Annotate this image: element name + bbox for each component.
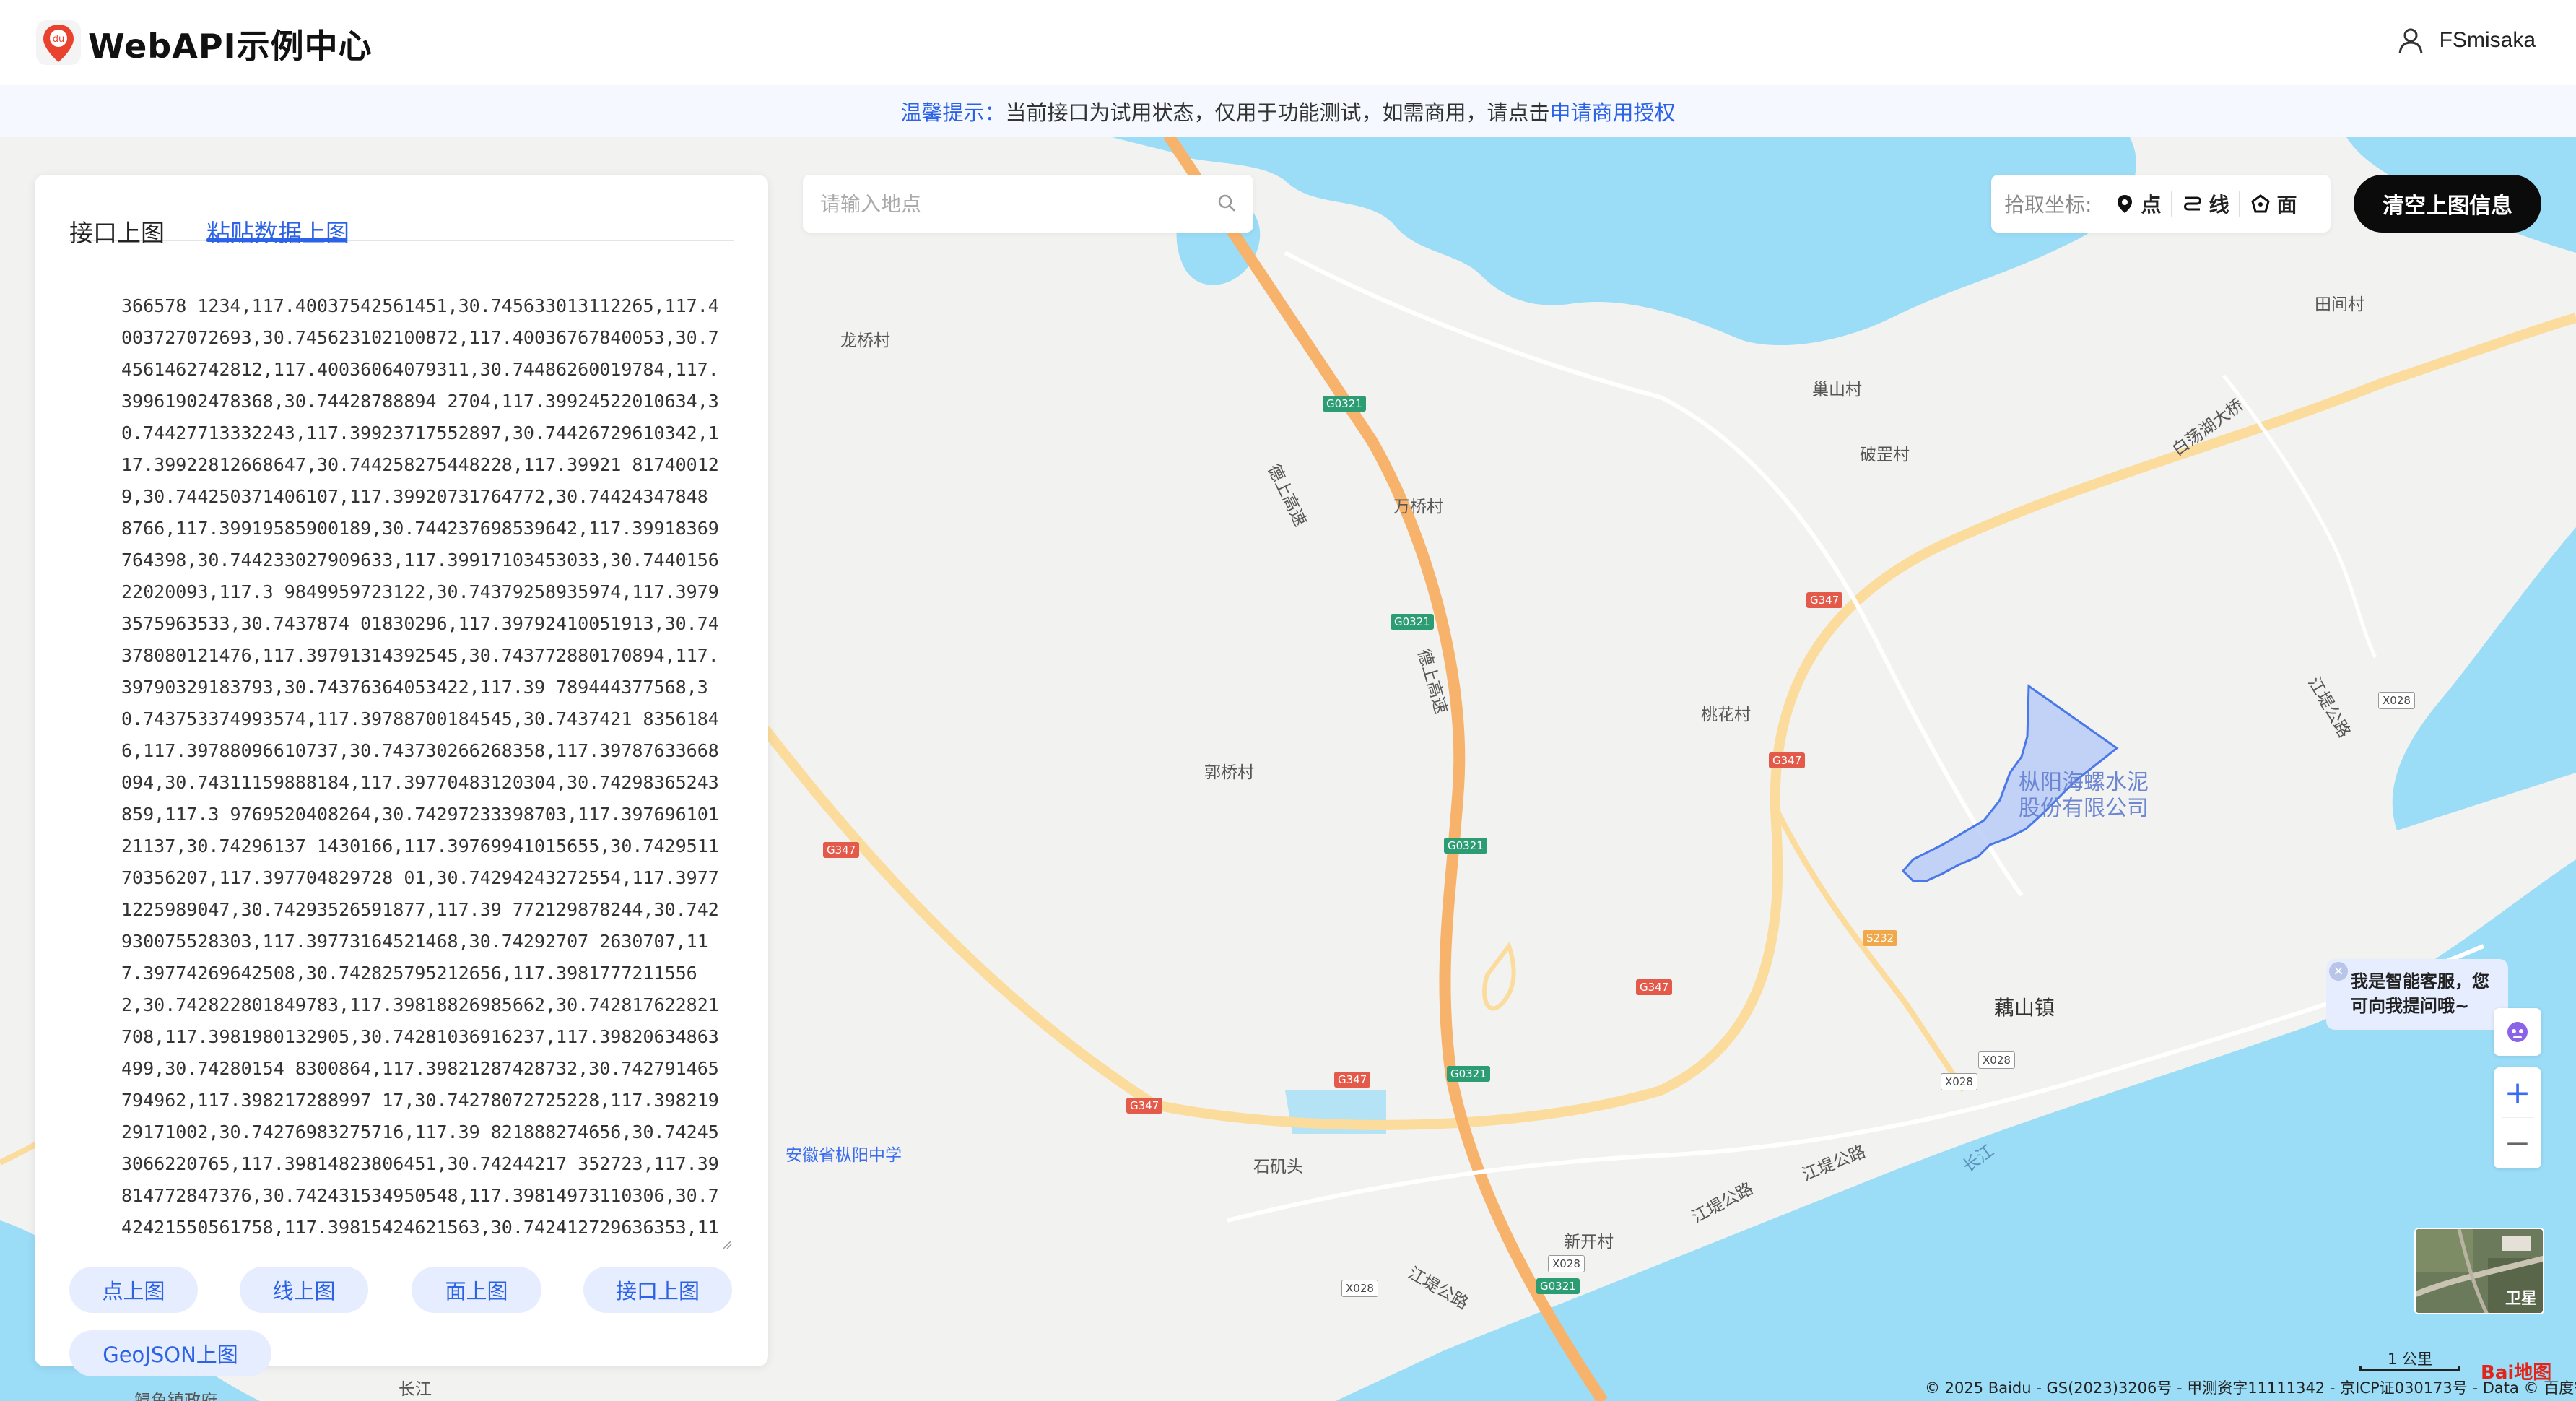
search-input[interactable] (803, 191, 1193, 216)
shield-s232: S232 (1863, 930, 1898, 946)
tab-api-upload[interactable]: 接口上图 (69, 214, 165, 248)
zoom-control: + − (2494, 1067, 2541, 1168)
top-header: du WebAPI示例中心 FSmisaka (0, 0, 2576, 85)
ai-assistant-bubble[interactable]: × 我是智能客服，您 可向我提问哦~ (2326, 959, 2508, 1030)
zoom-out-button[interactable]: − (2494, 1118, 2541, 1168)
map-label-gov: 鲟鱼镇政府 (134, 1392, 217, 1401)
map-label-oushan: 藕山镇 (1994, 996, 2055, 1020)
map-label-shiji: 石矶头 (1253, 1158, 1303, 1176)
robot-icon (2507, 1022, 2528, 1042)
satellite-label: 卫星 (2505, 1290, 2537, 1308)
upload-panel: 接口上图 粘贴数据上图 72905947,30.745654860077252,… (35, 175, 768, 1376)
pick-polygon-button[interactable]: 面 (2240, 189, 2307, 218)
shield-g347-2: G347 (1769, 752, 1806, 768)
map-label-school: 安徽省枞阳中学 (786, 1146, 902, 1165)
pick-line-button[interactable]: 线 (2172, 189, 2239, 218)
pick-polygon-label: 面 (2276, 193, 2297, 217)
shield-g347-6: G347 (1126, 1098, 1163, 1114)
user-icon (2398, 28, 2423, 54)
map-label-guoqiao: 郭桥村 (1204, 763, 1254, 782)
shield-g347-1: G347 (1806, 592, 1843, 608)
map-label-company: 枞阳海螺水泥股份有限公司 (2019, 770, 2149, 821)
robot-assistant-icon[interactable] (2494, 1008, 2541, 1056)
map-label-taohua: 桃花村 (1701, 706, 1751, 724)
shield-g0321-1: G0321 (1323, 396, 1366, 412)
map-label-poli: 破罡村 (1860, 446, 1910, 464)
point-upload-button[interactable]: 点上图 (69, 1267, 198, 1313)
svg-text:du: du (53, 34, 65, 45)
geojson-upload-button[interactable]: GeoJSON上图 (69, 1330, 271, 1376)
shield-g0321-2: G0321 (1391, 614, 1434, 630)
close-icon[interactable]: × (2329, 962, 2348, 981)
apply-license-link[interactable]: 申请商用授权 (1550, 96, 1676, 126)
map-label-tianjian: 田间村 (2315, 295, 2364, 314)
notice-tip: 温馨提示： (900, 100, 1006, 125)
baidu-map-pin-logo[interactable]: du (35, 19, 82, 66)
polygon-icon (2251, 194, 2271, 213)
map-copyright: © 2025 Baidu - GS(2023)3206号 - 甲测资字11111… (1925, 1379, 2576, 1397)
shield-x028-2: X028 (1941, 1073, 1977, 1090)
username: FSmisaka (2439, 28, 2536, 52)
clear-map-button[interactable]: 清空上图信息 (2354, 175, 2541, 233)
shield-g347-5: G347 (1334, 1072, 1371, 1088)
map-label-longqiao: 龙桥村 (840, 331, 890, 350)
panel-tabs: 接口上图 粘贴数据上图 (69, 195, 734, 247)
line-upload-button[interactable]: 线上图 (240, 1267, 368, 1313)
coordinates-textarea[interactable]: 72905947,30.745654860077252,117.40037583… (69, 283, 734, 1251)
search-icon[interactable] (1216, 192, 1237, 214)
notice-text: 当前接口为试用状态，仅用于功能测试，如需商用，请点击 (1005, 100, 1550, 125)
api-upload-button[interactable]: 接口上图 (583, 1267, 732, 1313)
map-label-changjiang-2: 长江 (399, 1380, 432, 1399)
pick-point-label: 点 (2141, 193, 2162, 217)
assistant-line-2: 可向我提问哦~ (2351, 996, 2470, 1016)
user-menu[interactable]: FSmisaka (2396, 26, 2536, 55)
shield-x028-4: X028 (1341, 1280, 1378, 1297)
baidu-map-logo: Bai地图 (2481, 1362, 2552, 1384)
scale-bar (2359, 1366, 2460, 1371)
shield-x028-5: X028 (2378, 692, 2415, 709)
satellite-toggle[interactable]: 卫星 (2414, 1228, 2544, 1314)
location-pin-icon (2118, 195, 2133, 213)
notice-bar: 温馨提示： 当前接口为试用状态，仅用于功能测试，如需商用，请点击 申请商用授权 (0, 85, 2576, 137)
coordinates-textarea-wrapper: 72905947,30.745654860077252,117.40037583… (69, 283, 734, 1251)
pick-point-button[interactable]: 点 (2105, 189, 2171, 218)
zoom-in-button[interactable]: + (2494, 1067, 2541, 1118)
pick-line-label: 线 (2209, 193, 2229, 217)
map-label-chaoshan: 巢山村 (1812, 381, 1862, 399)
shield-g0321-4: G0321 (1447, 1066, 1490, 1082)
resize-grip-icon[interactable] (722, 1239, 732, 1249)
map-label-wanqiao: 万桥村 (1393, 498, 1443, 516)
shield-g347-3: G347 (823, 842, 860, 858)
map-label-xinkai: 新开村 (1564, 1233, 1614, 1252)
pick-coordinate-toolbar: 拾取坐标: 点 线 面 (1991, 175, 2331, 233)
brand-title: WebAPI示例中心 (88, 27, 373, 66)
shield-x028-3: X028 (1548, 1255, 1585, 1272)
shield-g0321-3: G0321 (1444, 838, 1487, 854)
tab-paste-upload[interactable]: 粘贴数据上图 (206, 214, 349, 248)
polyline-icon (2184, 196, 2202, 211)
polygon-upload-button[interactable]: 面上图 (412, 1267, 541, 1313)
shield-x028-1: X028 (1978, 1051, 2015, 1069)
search-box (803, 175, 1253, 233)
map-scale: 1 公里 (2359, 1348, 2460, 1371)
shield-g0321-5: G0321 (1536, 1278, 1580, 1294)
assistant-line-1: 我是智能客服，您 (2351, 971, 2489, 992)
pick-label: 拾取坐标: (2004, 193, 2092, 217)
tab-active-indicator (206, 238, 347, 242)
shield-g347-4: G347 (1636, 979, 1673, 995)
